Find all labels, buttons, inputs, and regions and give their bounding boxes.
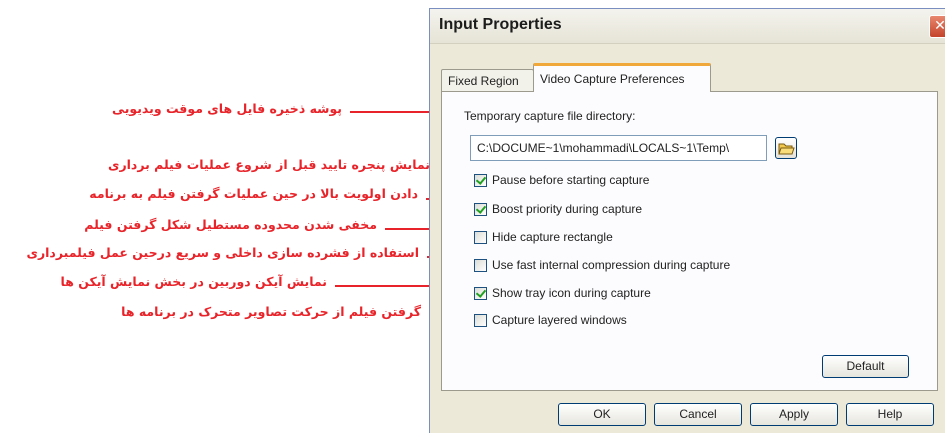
option-label: Use fast internal compression during cap…	[492, 258, 731, 272]
option-show-tray-icon[interactable]: Show tray icon during capture	[474, 285, 651, 301]
option-hide-capture-rectangle[interactable]: Hide capture rectangle	[474, 229, 613, 245]
option-label: Capture layered windows	[492, 313, 627, 327]
checkbox[interactable]	[474, 286, 487, 300]
close-button[interactable]: ✕	[929, 15, 945, 38]
annotation-pause-before-capture: نمایش پنجره تایید قبل از شروع عملیات فیل…	[107, 157, 430, 172]
checkbox[interactable]	[474, 313, 487, 327]
checkbox[interactable]	[474, 173, 487, 187]
annotation-boost-priority: دادن اولویت بالا در حین عملیات گرفتن فیل…	[89, 186, 418, 201]
checkbox[interactable]	[474, 202, 487, 216]
option-capture-layered-windows[interactable]: Capture layered windows	[474, 312, 627, 328]
checkbox[interactable]	[474, 258, 487, 272]
title-bar[interactable]: Input Properties ✕	[430, 9, 945, 44]
checkbox[interactable]	[474, 230, 487, 244]
directory-input[interactable]: C:\DOCUME~1\mohammadi\LOCALS~1\Temp\	[470, 135, 767, 161]
option-boost-priority[interactable]: Boost priority during capture	[474, 201, 642, 217]
input-properties-dialog: Input Properties ✕ Fixed Region Video Ca…	[429, 8, 945, 433]
browse-folder-button[interactable]	[775, 137, 797, 159]
option-label: Boost priority during capture	[492, 202, 643, 216]
apply-button[interactable]: Apply	[750, 403, 838, 426]
option-label: Hide capture rectangle	[492, 230, 613, 244]
annotation-temp-directory: پوشه ذخیره فایل های موقت ویدیویی	[112, 101, 342, 116]
annotation-hide-rectangle: مخفی شدن محدوده مستطیل شکل گرفتن فیلم	[84, 217, 377, 232]
cancel-button[interactable]: Cancel	[654, 403, 742, 426]
option-fast-compression[interactable]: Use fast internal compression during cap…	[474, 257, 730, 273]
option-pause-before-capture[interactable]: Pause before starting capture	[474, 172, 649, 188]
help-button[interactable]: Help	[846, 403, 934, 426]
default-button[interactable]: Default	[822, 355, 909, 378]
directory-label: Temporary capture file directory:	[464, 109, 636, 123]
option-label: Pause before starting capture	[492, 173, 650, 187]
folder-open-icon	[778, 143, 795, 155]
close-icon: ✕	[934, 18, 945, 34]
option-label: Show tray icon during capture	[492, 286, 651, 300]
tab-fixed-region[interactable]: Fixed Region	[441, 69, 534, 91]
dialog-title: Input Properties	[439, 16, 562, 33]
annotation-fast-compression: استفاده از فشرده سازی داخلی و سریع درحین…	[26, 245, 420, 260]
annotation-layered-windows: گرفتن فیلم از حرکت تصاویر متحرک در برنام…	[121, 304, 421, 319]
ok-button[interactable]: OK	[558, 403, 646, 426]
tab-video-capture-preferences[interactable]: Video Capture Preferences	[533, 63, 711, 92]
annotation-tray-icon: نمایش آیکن دوربین در بخش نمایش آیکن ها	[60, 274, 328, 289]
